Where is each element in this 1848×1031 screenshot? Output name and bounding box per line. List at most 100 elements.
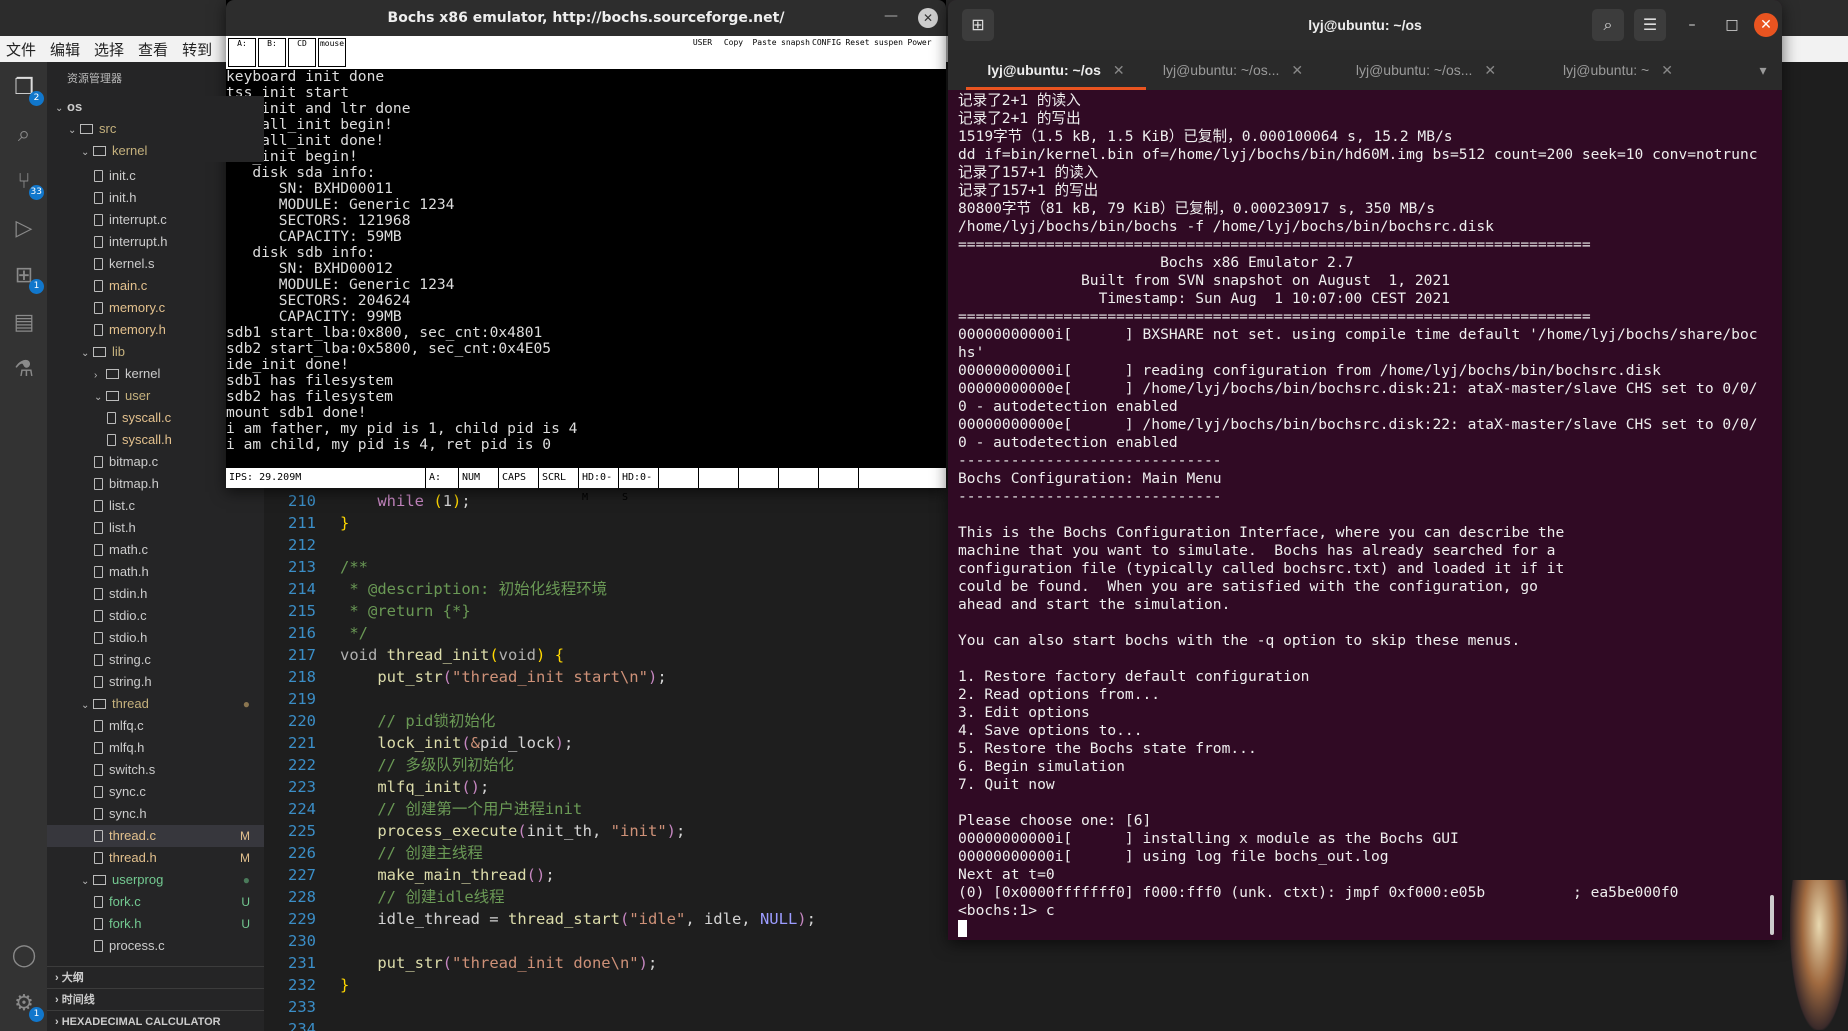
file-item[interactable]: thread.h M xyxy=(47,847,264,869)
settings-button[interactable]: ⚙ 1 xyxy=(10,990,44,1022)
folder-item[interactable]: ⌄ os xyxy=(47,96,264,118)
code-line[interactable]: 218 put_str("thread_init start\n"); xyxy=(264,666,667,688)
close-button[interactable]: ✕ xyxy=(918,8,938,28)
scrollbar[interactable] xyxy=(1770,895,1774,935)
file-item[interactable]: mlfq.h xyxy=(47,737,264,759)
code-line[interactable]: 222 // 多级队列初始化 xyxy=(264,754,514,776)
code-line[interactable]: 221 lock_init(&pid_lock); xyxy=(264,732,573,754)
menu-item[interactable]: 查看 xyxy=(138,39,168,60)
file-item[interactable]: math.c xyxy=(47,539,264,561)
files-activity[interactable]: ❐ 2 xyxy=(10,74,44,106)
file-icon xyxy=(94,236,103,248)
tab-close-icon[interactable]: ✕ xyxy=(1484,62,1496,78)
file-item[interactable]: stdin.h xyxy=(47,583,264,605)
toolbar-config-button[interactable]: CONFIG xyxy=(812,38,841,67)
minimize-button[interactable]: — xyxy=(884,8,898,24)
code-line[interactable]: 229 idle_thread = thread_start("idle", i… xyxy=(264,908,816,930)
maximize-button[interactable]: □ xyxy=(1720,13,1744,37)
code-line[interactable]: 225 process_execute(init_th, "init"); xyxy=(264,820,685,842)
file-item[interactable]: math.h xyxy=(47,561,264,583)
run-debug-activity[interactable]: ▷ xyxy=(10,215,38,243)
folder-item[interactable]: ⌄ src xyxy=(47,118,264,140)
toolbar-snapshot-button[interactable]: snapshot xyxy=(781,38,810,67)
code-line[interactable]: 234 xyxy=(264,1018,340,1031)
code-line[interactable]: 231 put_str("thread_init done\n"); xyxy=(264,952,657,974)
code-line[interactable]: 217 void thread_init(void) { xyxy=(264,644,564,666)
terminal-tab[interactable]: lyj@ubuntu: ~ ✕ xyxy=(1528,50,1708,90)
code-line[interactable]: 213 /** xyxy=(264,556,368,578)
bochs-screen[interactable]: keyboard init done tss_init start tss_in… xyxy=(226,69,946,468)
code-line[interactable]: 215 * @return {*} xyxy=(264,600,471,622)
folder-item[interactable]: ⌄ thread ● xyxy=(47,693,264,715)
toolbar-user-button[interactable]: USER xyxy=(688,38,717,67)
test-activity[interactable]: ⚗ xyxy=(10,356,38,384)
sidebar-section[interactable]: › 大纲 xyxy=(47,966,264,988)
folder-item[interactable]: ⌄ kernel xyxy=(47,140,264,162)
code-line[interactable]: 230 xyxy=(264,930,340,952)
toolbar-copy-button[interactable]: Copy xyxy=(719,38,748,67)
toolbar-suspend-button[interactable]: suspend xyxy=(874,38,903,67)
terminal-tab[interactable]: lyj@ubuntu: ~/os... ✕ xyxy=(1336,50,1516,90)
code-line[interactable]: 224 // 创建第一个用户进程init xyxy=(264,798,582,820)
toolbar-paste-button[interactable]: Paste xyxy=(750,38,779,67)
toolbar-cd-button[interactable]: CD xyxy=(288,38,316,67)
menu-item[interactable]: 编辑 xyxy=(50,39,80,60)
search-button[interactable]: ⌕ xyxy=(1592,9,1624,41)
file-item[interactable]: mlfq.c xyxy=(47,715,264,737)
menu-item[interactable]: 转到 xyxy=(182,39,212,60)
toolbar-reset-button[interactable]: Reset xyxy=(843,38,872,67)
terminal-tab[interactable]: lyj@ubuntu: ~/os ✕ xyxy=(966,50,1146,90)
menu-item[interactable]: 文件 xyxy=(6,39,36,60)
file-item[interactable]: string.h xyxy=(47,671,264,693)
file-item[interactable]: stdio.c xyxy=(47,605,264,627)
sidebar-section[interactable]: › 时间线 xyxy=(47,988,264,1010)
tabs-dropdown-button[interactable]: ▾ xyxy=(1748,50,1778,90)
extensions-activity[interactable]: ⊞ 1 xyxy=(10,262,44,294)
file-item[interactable]: sync.h xyxy=(47,803,264,825)
code-line[interactable]: 216 */ xyxy=(264,622,368,644)
code-line[interactable]: 211} xyxy=(264,512,349,534)
minimize-button[interactable]: – xyxy=(1680,13,1704,37)
terminal-output[interactable]: 记录了2+1 的读入 记录了2+1 的写出 1519字节（1.5 kB, 1.5… xyxy=(958,92,1778,939)
toolbar-power-button[interactable]: Power xyxy=(905,38,934,67)
code-line[interactable]: 214 * @description: 初始化线程环境 xyxy=(264,578,607,600)
remote-explorer-activity[interactable]: ▤ xyxy=(10,309,38,337)
toolbar-b-button[interactable]: B: xyxy=(258,38,286,67)
code-line[interactable]: 219 xyxy=(264,688,340,710)
menu-item[interactable]: 选择 xyxy=(94,39,124,60)
accounts-button[interactable]: ◯ xyxy=(10,942,38,970)
tab-close-icon[interactable]: ✕ xyxy=(1661,62,1673,78)
tab-close-icon[interactable]: ✕ xyxy=(1291,62,1303,78)
code-line[interactable]: 226 // 创建主线程 xyxy=(264,842,483,864)
toolbar-mouse-button[interactable]: mouse xyxy=(318,38,346,67)
source-control-activity[interactable]: ⑂ 33 xyxy=(10,168,44,200)
file-icon xyxy=(94,632,103,644)
menu-button[interactable]: ☰ xyxy=(1634,9,1666,41)
code-line[interactable]: 223 mlfq_init(); xyxy=(264,776,489,798)
file-item[interactable]: thread.c M xyxy=(47,825,264,847)
file-item[interactable]: fork.c U xyxy=(47,891,264,913)
file-item[interactable]: process.c xyxy=(47,935,264,957)
file-item[interactable]: sync.c xyxy=(47,781,264,803)
file-item[interactable]: string.c xyxy=(47,649,264,671)
file-name: interrupt.h xyxy=(109,234,168,249)
terminal-tab[interactable]: lyj@ubuntu: ~/os... ✕ xyxy=(1143,50,1323,90)
code-line[interactable]: 220 // pid锁初始化 xyxy=(264,710,495,732)
toolbar-a-button[interactable]: A: xyxy=(228,38,256,67)
tab-close-icon[interactable]: ✕ xyxy=(1113,62,1125,78)
search-activity[interactable]: ⌕ xyxy=(10,121,38,149)
folder-item[interactable]: ⌄ userprog ● xyxy=(47,869,264,891)
sidebar-section[interactable]: › HEXADECIMAL CALCULATOR xyxy=(47,1010,264,1031)
code-line[interactable]: 212 xyxy=(264,534,340,556)
file-item[interactable]: fork.h U xyxy=(47,913,264,935)
code-line[interactable]: 233 xyxy=(264,996,340,1018)
file-item[interactable]: list.c xyxy=(47,495,264,517)
file-item[interactable]: list.h xyxy=(47,517,264,539)
code-line[interactable]: 227 make_main_thread(); xyxy=(264,864,555,886)
code-line[interactable]: 228 // 创建idle线程 xyxy=(264,886,505,908)
file-item[interactable]: switch.s xyxy=(47,759,264,781)
code-line[interactable]: 210 while (1); xyxy=(264,490,471,512)
code-line[interactable]: 232} xyxy=(264,974,349,996)
file-item[interactable]: stdio.h xyxy=(47,627,264,649)
close-button[interactable]: ✕ xyxy=(1754,13,1778,37)
